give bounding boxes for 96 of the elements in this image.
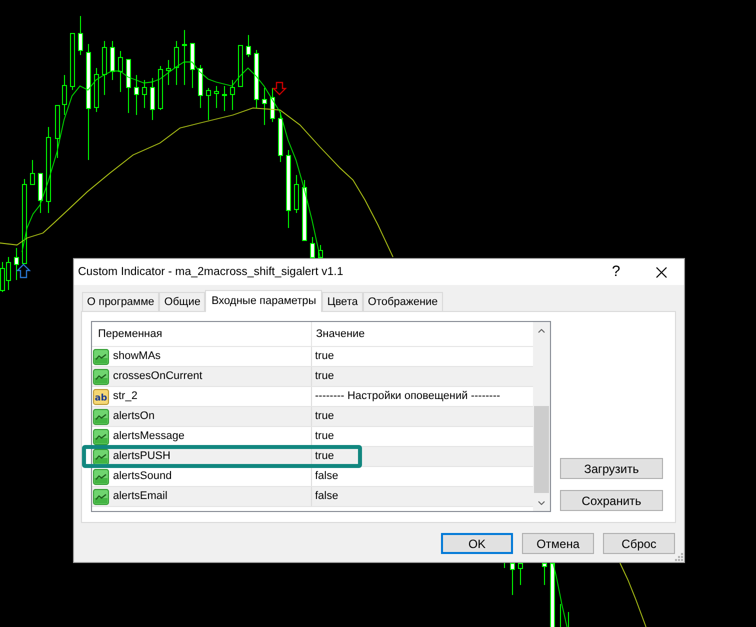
candlestick — [30, 160, 35, 185]
parameter-name: alertsEmail — [113, 490, 168, 503]
candlestick — [118, 50, 123, 92]
window-title: Custom Indicator - ma_2macross_shift_sigalert v1.1 — [78, 265, 344, 279]
boolean-type-icon — [93, 368, 109, 384]
candlestick — [246, 34, 251, 58]
candlestick — [110, 40, 115, 80]
candlestick — [55, 105, 60, 158]
candlestick — [560, 604, 561, 627]
tab[interactable]: Отображение — [362, 292, 443, 311]
candlestick — [294, 174, 299, 214]
candlestick — [14, 248, 19, 280]
candlestick — [38, 173, 43, 214]
resize-grip-icon[interactable] — [675, 553, 683, 561]
candlestick — [134, 74, 139, 116]
boolean-type-icon — [93, 468, 109, 484]
table-row[interactable]: alertsMessage true — [92, 427, 533, 447]
candlestick — [94, 68, 99, 112]
candlestick — [166, 60, 171, 86]
table-row[interactable]: crossesOnCurrent true — [92, 367, 533, 387]
candlestick — [518, 563, 523, 586]
candlestick — [510, 563, 515, 596]
scrollbar[interactable] — [533, 322, 550, 511]
candlestick — [142, 80, 147, 108]
load-button[interactable]: Загрузить — [560, 458, 663, 479]
fast-moving-average-line — [552, 562, 568, 627]
table-row[interactable]: showMAs true — [92, 347, 533, 367]
parameter-value: -------- Настройки оповещений -------- — [315, 390, 500, 403]
candlestick — [70, 33, 75, 90]
parameter-value: true — [315, 430, 334, 443]
candlestick — [278, 112, 283, 162]
candlestick — [158, 66, 163, 110]
table-row[interactable]: alertsSound false — [92, 467, 533, 487]
ok-button[interactable]: OK — [441, 533, 513, 554]
candlestick — [182, 30, 187, 86]
scrollbar-thumb[interactable] — [534, 406, 549, 493]
scroll-down-icon[interactable] — [538, 500, 545, 504]
boolean-type-icon — [93, 488, 109, 504]
string-type-icon: ab — [93, 388, 109, 404]
tab[interactable]: Цвета — [322, 292, 363, 311]
parameter-name: alertsPUSH — [113, 450, 170, 463]
reset-button[interactable]: Сброс — [603, 533, 675, 554]
column-header[interactable]: Переменная — [98, 328, 162, 340]
candlestick — [542, 563, 547, 586]
parameter-name: showMAs — [113, 350, 161, 363]
up-arrow-icon — [16, 264, 31, 278]
close-icon — [656, 266, 667, 278]
tab[interactable]: О программе — [82, 292, 160, 311]
candlestick — [318, 244, 323, 258]
parameter-value: false — [315, 490, 338, 503]
parameter-value: true — [315, 350, 334, 363]
help-button[interactable]: ? — [593, 259, 639, 285]
boolean-type-icon — [93, 448, 109, 464]
column-header[interactable]: Значение — [316, 328, 365, 340]
candlestick — [102, 40, 107, 96]
candlestick — [222, 86, 227, 112]
scroll-up-icon[interactable] — [538, 328, 545, 332]
candlestick — [302, 180, 307, 241]
parameter-value: false — [315, 470, 338, 483]
tab[interactable]: Общие — [159, 292, 206, 311]
slow-moving-average-line — [620, 562, 646, 627]
parameter-value: true — [315, 370, 334, 383]
tab[interactable]: Входные параметры — [205, 290, 322, 312]
parameter-name: alertsOn — [113, 410, 155, 423]
candlestick — [174, 40, 179, 86]
table-row[interactable]: alertsEmail false — [92, 487, 533, 507]
parameter-name: crossesOnCurrent — [113, 370, 202, 383]
candlestick — [126, 59, 131, 114]
table-row[interactable]: ab str_2 -------- Настройки оповещений -------- — [92, 387, 533, 407]
candlestick — [262, 88, 267, 126]
candlestick — [78, 16, 83, 56]
save-button[interactable]: Сохранить — [560, 490, 663, 511]
boolean-type-icon — [93, 408, 109, 424]
boolean-type-icon — [93, 348, 109, 364]
candlestick — [568, 612, 569, 627]
candlestick — [150, 78, 155, 120]
parameter-value: true — [315, 450, 334, 463]
candlestick — [238, 45, 243, 87]
candlestick — [230, 80, 235, 110]
cancel-button[interactable]: Отмена — [522, 533, 594, 554]
table-row[interactable]: alertsOn true — [92, 407, 533, 427]
parameter-name: str_2 — [113, 390, 138, 403]
candlestick — [206, 88, 211, 120]
candlestick — [550, 563, 555, 627]
candlestick — [270, 88, 275, 122]
boolean-type-icon — [93, 428, 109, 444]
candlestick — [198, 64, 203, 108]
candlestick — [62, 74, 67, 116]
candlestick — [214, 86, 219, 108]
down-arrow-icon — [272, 82, 287, 96]
candlestick — [254, 50, 259, 108]
parameter-name: alertsSound — [113, 470, 172, 483]
candlestick — [190, 43, 195, 88]
parameter-value: true — [315, 410, 334, 423]
candlestick — [504, 562, 505, 568]
parameter-name: alertsMessage — [113, 430, 185, 443]
